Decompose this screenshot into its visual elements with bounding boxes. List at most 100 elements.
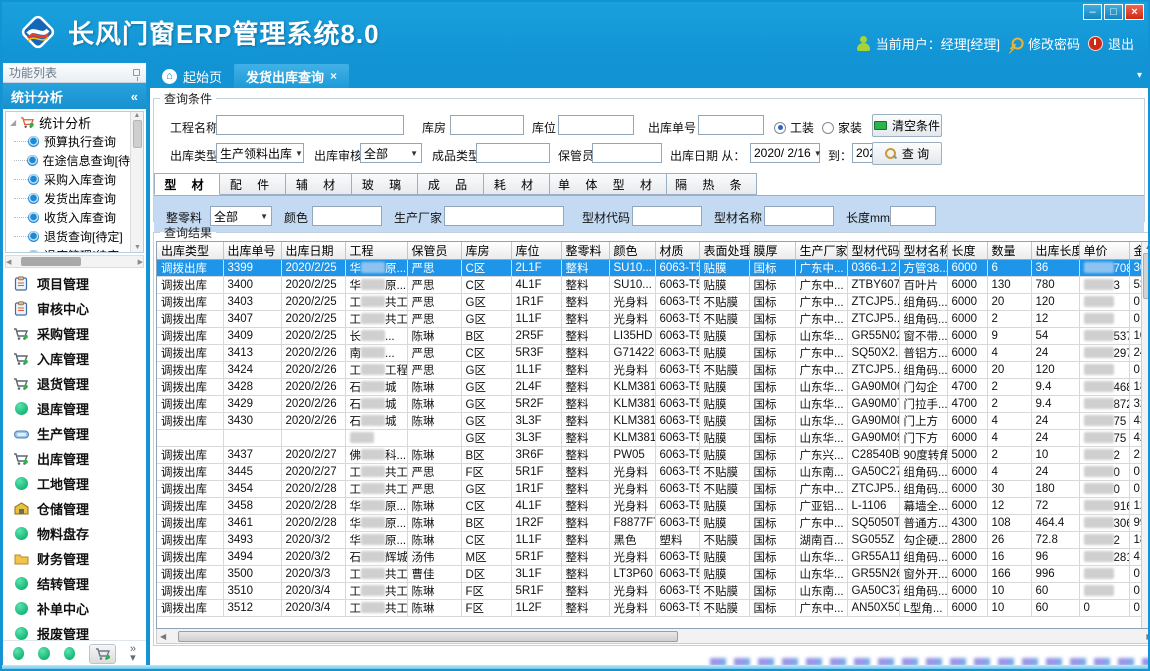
radio-workwear[interactable]: 工装 <box>774 119 814 136</box>
sidebar-item-审核中心[interactable]: 审核中心 <box>3 296 146 321</box>
tree-item-收货入库查询[interactable]: 收货入库查询 <box>6 208 130 227</box>
grid-horizontal-scrollbar[interactable]: ◀▶ <box>156 629 1148 644</box>
clear-conditions-button[interactable]: 清空条件 <box>872 114 942 137</box>
table-row[interactable]: 调拨出库34452020/2/27工共工程严思F区5R1F整料光身料6063-T… <box>157 464 1148 481</box>
column-header-长度[interactable]: 长度 <box>947 242 987 260</box>
collapse-icon[interactable]: « <box>131 89 138 104</box>
column-header-膜厚[interactable]: 膜厚 <box>749 242 795 260</box>
table-row[interactable]: 调拨出库34942020/3/2石辉城汤伟M区5R1F整料光身料6063-T5贴… <box>157 549 1148 566</box>
material-tab-成品[interactable]: 成 品 <box>418 173 484 195</box>
material-tab-型材[interactable]: 型 材 <box>154 173 220 195</box>
pin-icon[interactable] <box>133 69 140 76</box>
column-header-单价[interactable]: 单价 <box>1079 242 1129 260</box>
tab-close-icon[interactable]: × <box>330 69 337 83</box>
search-button[interactable]: 查 询 <box>872 142 942 165</box>
tree-vertical-scrollbar[interactable]: ▲▼ <box>130 112 143 252</box>
material-tab-耗材[interactable]: 耗 材 <box>484 173 550 195</box>
table-row[interactable]: 调拨出库34132020/2/26南...严思C区5R3F整料G71422606… <box>157 345 1148 362</box>
table-row[interactable]: 调拨出库35102020/3/4工共工程陈琳F区5R1F整料光身料6063-T5… <box>157 583 1148 600</box>
column-header-保管员[interactable]: 保管员 <box>407 242 461 260</box>
sidebar-item-补单中心[interactable]: 补单中心 <box>3 596 146 621</box>
sidebar-item-出库管理[interactable]: 出库管理 <box>3 446 146 471</box>
tree-root-statistics[interactable]: ◢统计分析 <box>6 112 130 132</box>
keeper-input[interactable] <box>592 143 662 163</box>
column-header-颜色[interactable]: 颜色 <box>609 242 655 260</box>
warehouse-input[interactable] <box>450 115 524 135</box>
column-header-型材名称[interactable]: 型材名称 <box>899 242 947 260</box>
close-button[interactable]: × <box>1125 4 1144 20</box>
expand-more-button[interactable]: »▾ <box>130 645 136 663</box>
profile-name-input[interactable] <box>764 206 834 226</box>
tree-item-预算执行查询[interactable]: 预算执行查询 <box>6 132 130 151</box>
sidebar-item-项目管理[interactable]: 项目管理 <box>3 271 146 296</box>
column-header-整零料[interactable]: 整零料 <box>561 242 609 260</box>
tree-item-在途信息查询[待[interactable]: 在途信息查询[待 <box>6 151 130 170</box>
tab-shipment-outbound-query[interactable]: 发货出库查询 × <box>234 64 349 88</box>
change-password-button[interactable]: 修改密码 <box>1008 34 1080 53</box>
column-header-型材代码[interactable]: 型材代码 <box>847 242 899 260</box>
radio-homewear[interactable]: 家装 <box>822 119 862 136</box>
column-header-库房[interactable]: 库房 <box>461 242 511 260</box>
table-row[interactable]: 调拨出库34032020/2/25工共工程严思G区1R1F整料光身料6063-T… <box>157 294 1148 311</box>
table-row[interactable]: 调拨出库34242020/2/26工工程严思G区1L1F整料光身料6063-T5… <box>157 362 1148 379</box>
material-tab-隔热条[interactable]: 隔 热 条 <box>667 173 757 195</box>
column-header-表面处理[interactable]: 表面处理 <box>699 242 749 260</box>
table-row[interactable]: 调拨出库35002020/3/3工共工程曹佳D区3L1F整料LT3P606063… <box>157 566 1148 583</box>
section-statistics[interactable]: 统计分析 « <box>3 83 146 109</box>
table-row[interactable]: 调拨出库34092020/2/25长...陈琳B区2R5F整料LI35HD606… <box>157 328 1148 345</box>
table-row[interactable]: 调拨出库34612020/2/28华原...陈琳B区1R2F整料F8877FT6… <box>157 515 1148 532</box>
column-header-生产厂家[interactable]: 生产厂家 <box>795 242 847 260</box>
tree-item-发货出库查询[interactable]: 发货出库查询 <box>6 189 130 208</box>
table-row[interactable]: 调拨出库34292020/2/26石城陈琳G区5R2F整料KLM38176063… <box>157 396 1148 413</box>
tree-item-退货查询[待定][interactable]: 退货查询[待定] <box>6 227 130 246</box>
logout-button[interactable]: 退出 <box>1088 34 1134 53</box>
table-row[interactable]: 调拨出库34302020/2/26石城陈琳G区3L3F整料KLM38176063… <box>157 413 1148 430</box>
sidebar-item-结转管理[interactable]: 结转管理 <box>3 571 146 596</box>
column-header-出库日期[interactable]: 出库日期 <box>281 242 345 260</box>
sidebar-item-报废管理[interactable]: 报废管理 <box>3 621 146 640</box>
column-header-出库单号[interactable]: 出库单号 <box>223 242 281 260</box>
sidebar-item-采购管理[interactable]: 采购管理 <box>3 321 146 346</box>
column-header-出库长度[interactable]: 出库长度 <box>1031 242 1079 260</box>
tree-item-退库管理[待定[interactable]: 退库管理[待定 <box>6 246 130 252</box>
column-header-工程[interactable]: 工程 <box>345 242 407 260</box>
project-name-input[interactable] <box>216 115 404 135</box>
column-header-数量[interactable]: 数量 <box>987 242 1031 260</box>
dot-icon[interactable] <box>64 647 75 660</box>
product-type-input[interactable] <box>476 143 550 163</box>
tree-horizontal-scrollbar[interactable]: ◀▶ <box>5 255 144 268</box>
tree-item-采购入库查询[interactable]: 采购入库查询 <box>6 170 130 189</box>
table-row[interactable]: 调拨出库35122020/3/4工共工程陈琳F区1L2F整料光身料6063-T5… <box>157 600 1148 617</box>
maximize-button[interactable]: □ <box>1104 4 1123 20</box>
column-header-材质[interactable]: 材质 <box>655 242 699 260</box>
column-header-出库类型[interactable]: 出库类型 <box>157 242 223 260</box>
table-row[interactable]: 调拨出库33992020/2/25华原...严思C区2L1F整料SU10...6… <box>157 260 1148 277</box>
table-row[interactable]: G区3L3F整料KLM38176063-T5贴膜国标山东华...GA90M09.… <box>157 430 1148 447</box>
sidebar-item-生产管理[interactable]: 生产管理 <box>3 421 146 446</box>
cart-shortcut-button[interactable] <box>89 644 116 664</box>
table-row[interactable]: 调拨出库34372020/2/27佛科...陈琳B区3R6F整料PW056063… <box>157 447 1148 464</box>
sidebar-item-仓储管理[interactable]: 仓储管理 <box>3 496 146 521</box>
outbound-type-select[interactable]: 生产领料出库▼ <box>216 143 304 163</box>
table-row[interactable]: 调拨出库34072020/2/25工共工程严思G区1L1F整料光身料6063-T… <box>157 311 1148 328</box>
sidebar-item-退库管理[interactable]: 退库管理 <box>3 396 146 421</box>
location-input[interactable] <box>558 115 634 135</box>
date-from-select[interactable]: 2020/ 2/16▼ <box>750 143 820 163</box>
grid-vertical-scrollbar[interactable]: ▲ <box>1141 242 1149 628</box>
whole-piece-select[interactable]: 全部▼ <box>210 206 272 226</box>
table-row[interactable]: 调拨出库34582020/2/28华原...陈琳C区4L1F整料光身料6063-… <box>157 498 1148 515</box>
sidebar-item-入库管理[interactable]: 入库管理 <box>3 346 146 371</box>
sidebar-item-工地管理[interactable]: 工地管理 <box>3 471 146 496</box>
table-row[interactable]: 调拨出库34002020/2/25华原...严思C区4L1F整料SU10...6… <box>157 277 1148 294</box>
maker-input[interactable] <box>444 206 564 226</box>
tab-home[interactable]: ⌂ 起始页 <box>150 64 234 88</box>
material-tab-单体型材[interactable]: 单 体 型 材 <box>550 173 667 195</box>
minimize-button[interactable]: – <box>1083 4 1102 20</box>
dot-icon[interactable] <box>13 647 24 660</box>
column-header-库位[interactable]: 库位 <box>511 242 561 260</box>
sidebar-item-物料盘存[interactable]: 物料盘存 <box>3 521 146 546</box>
profile-code-input[interactable] <box>632 206 702 226</box>
order-no-input[interactable] <box>698 115 764 135</box>
color-input[interactable] <box>312 206 382 226</box>
table-row[interactable]: 调拨出库34282020/2/26石城陈琳G区2L4F整料KLM38176063… <box>157 379 1148 396</box>
